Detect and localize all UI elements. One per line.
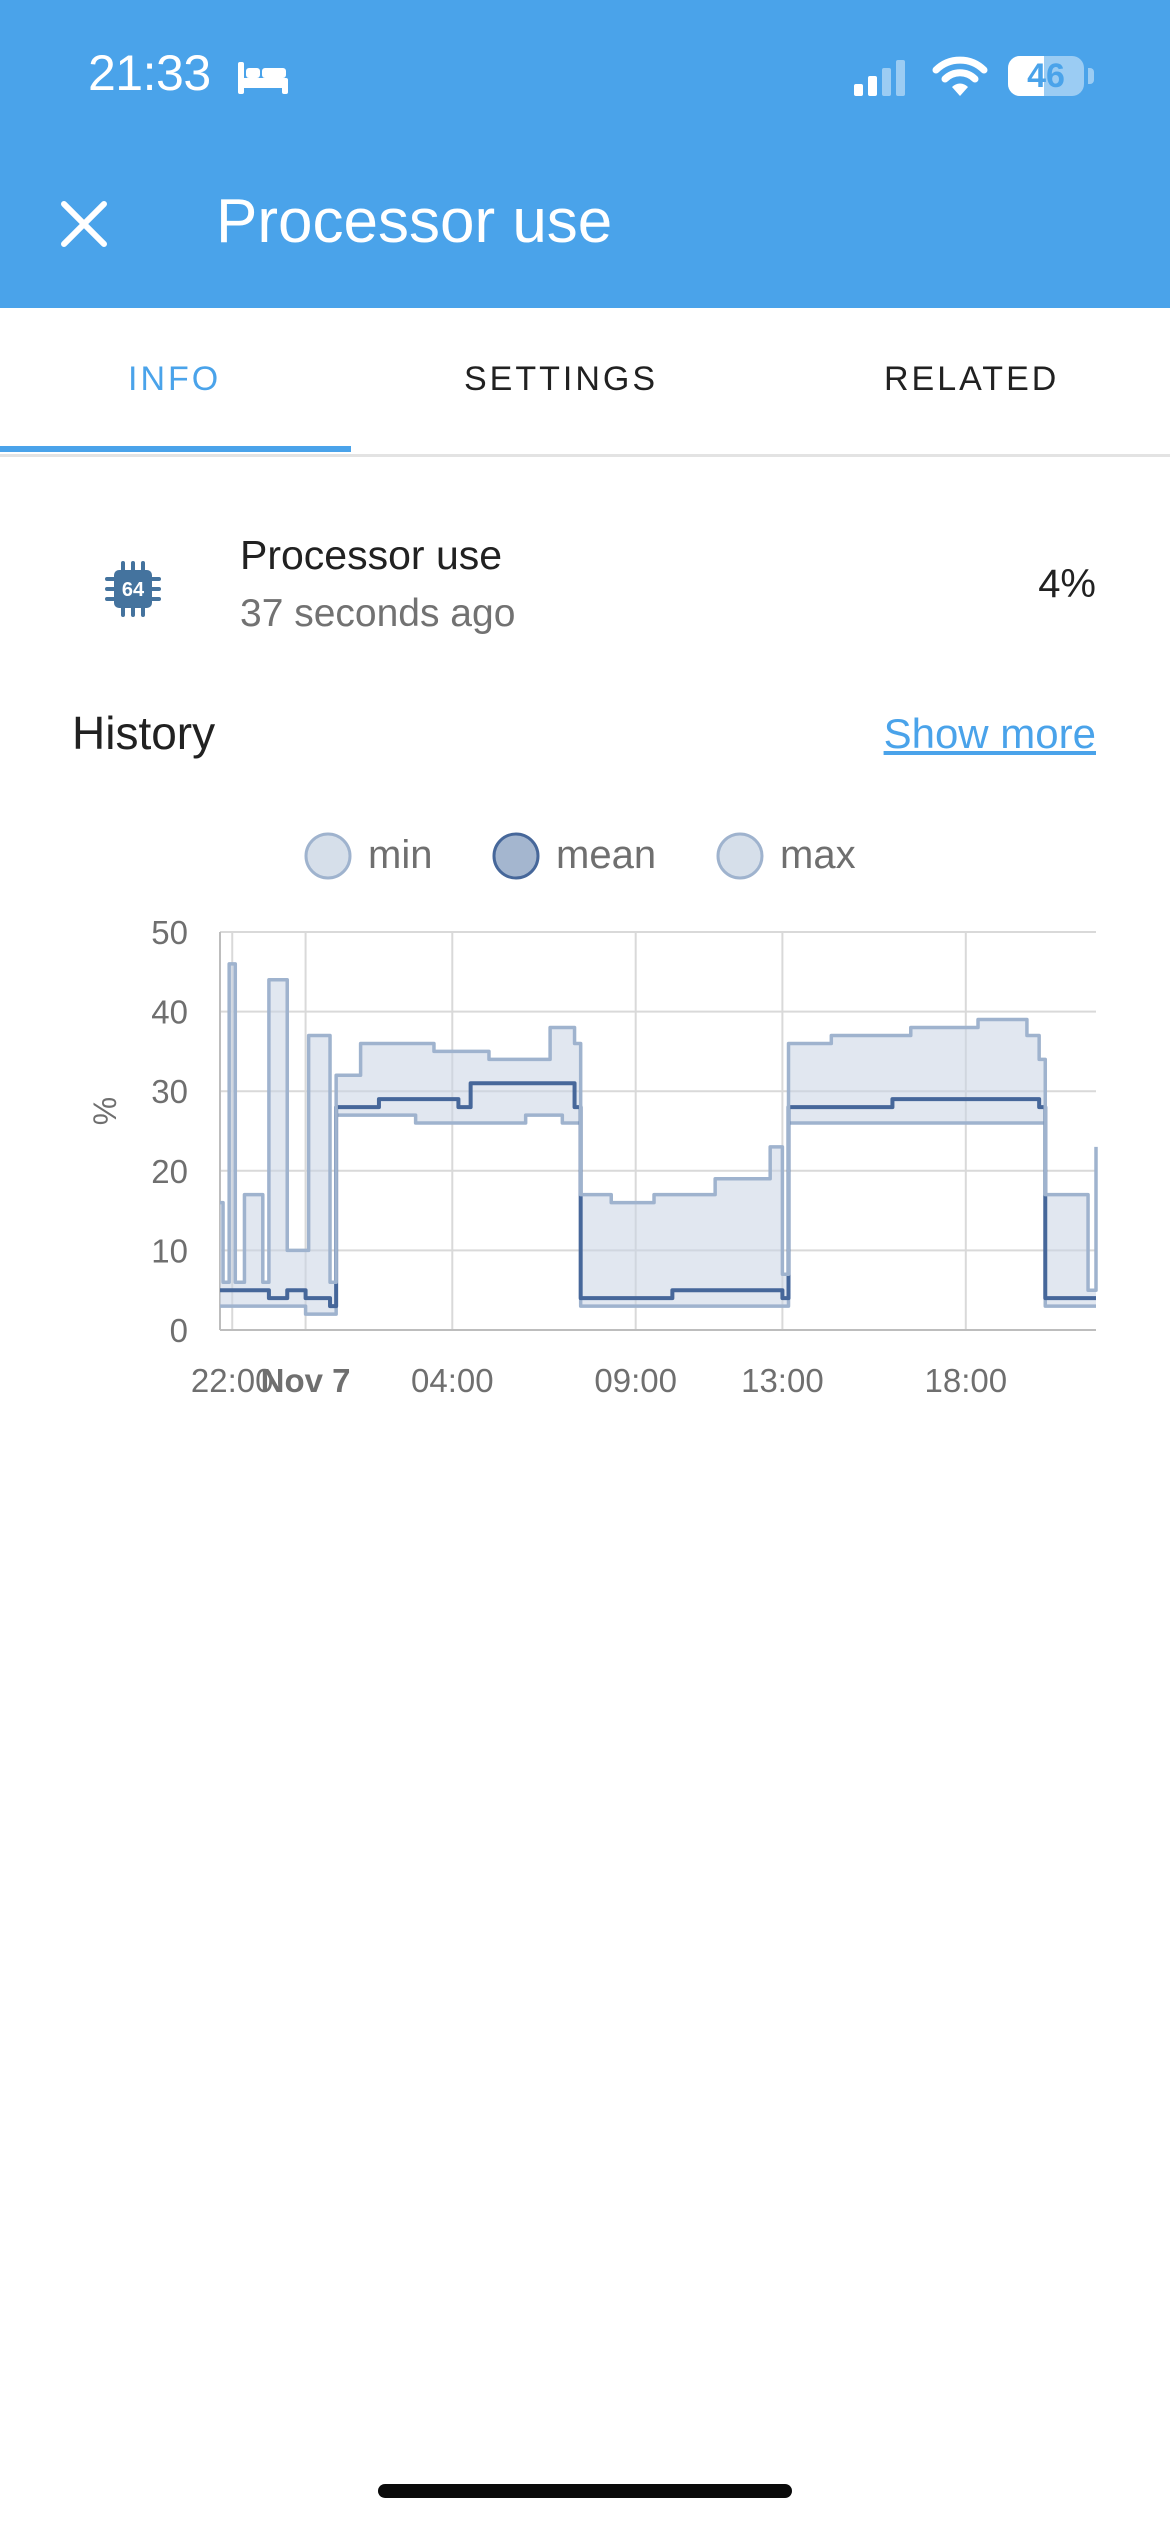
battery-icon: 46 (1008, 56, 1084, 96)
dialog-title: Processor use (216, 187, 613, 256)
battery-level: 46 (1027, 57, 1065, 95)
y-tick-label: 20 (151, 1153, 188, 1190)
wifi-icon (932, 56, 988, 103)
close-icon[interactable] (56, 196, 112, 257)
y-tick-label: 0 (170, 1312, 188, 1349)
legend-marker-min (304, 832, 352, 880)
active-tab-indicator (0, 446, 351, 452)
cpu-64-bit-icon: 64 (104, 560, 162, 623)
history-chart: 0 10 20 30 40 50 22:00 Nov 7 04:00 09:00 13:00 18:0… (0, 800, 1170, 1420)
entity-name: Processor use (240, 532, 503, 578)
y-axis-label: % (87, 1097, 123, 1125)
legend-label-mean: mean (556, 833, 656, 877)
history-chart-svg: 0102030405022:00Nov 7 04:00 09:00 13:00 18:0… (87, 832, 1098, 1399)
x-tick-label: 04:00 (411, 1362, 494, 1399)
svg-text:64: 64 (122, 579, 145, 601)
history-heading: History (72, 707, 216, 759)
x-tick-label: 18:00 (924, 1362, 1007, 1399)
entity-last-changed: 37 seconds ago (240, 592, 516, 635)
y-tick-label: 30 (151, 1073, 188, 1110)
legend-label-max: max (780, 833, 856, 877)
sleep-focus-icon (236, 58, 290, 101)
y-tick-label: 50 (151, 914, 188, 951)
entity-row: 64 Processor use 37 seconds ago 4% (0, 520, 1170, 640)
x-tick-label: 13:00 (741, 1362, 824, 1399)
y-tick-label: 40 (151, 994, 188, 1031)
min-max-band (220, 963, 1096, 1315)
tab-info[interactable]: INFO (128, 360, 221, 399)
status-time: 21:33 (88, 45, 211, 101)
tab-settings[interactable]: SETTINGS (464, 360, 658, 399)
tab-bar: INFO SETTINGS RELATED (0, 308, 1170, 457)
y-tick-label: 10 (151, 1232, 188, 1269)
entity-state: 4% (1038, 562, 1096, 606)
app-header: 21:33 46 Processor use (0, 0, 1170, 308)
cellular-signal-icon (852, 58, 912, 101)
tab-related[interactable]: RELATED (884, 360, 1059, 399)
show-more-link[interactable]: Show more (884, 710, 1096, 758)
legend-marker-mean (492, 832, 540, 880)
legend-label-min: min (368, 833, 432, 877)
x-tick-label: Nov 7 (261, 1362, 351, 1399)
home-indicator (378, 2484, 792, 2498)
legend-marker-max (716, 832, 764, 880)
x-tick-label: 09:00 (594, 1362, 677, 1399)
